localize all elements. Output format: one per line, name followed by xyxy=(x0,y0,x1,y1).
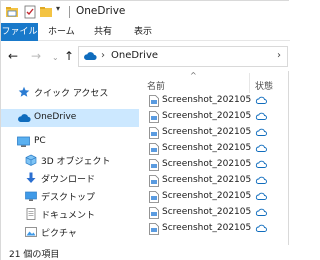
pane-item-label: ダウンロード xyxy=(41,175,96,185)
column-header: ^ 名前 状態 xyxy=(141,71,290,93)
file-row[interactable]: Screenshot_202105... xyxy=(141,141,290,157)
image-file-icon xyxy=(149,175,159,187)
file-row[interactable]: Screenshot_202105... xyxy=(141,109,290,125)
picture-icon xyxy=(25,226,37,238)
image-file-icon xyxy=(149,111,159,123)
file-row[interactable]: Screenshot_202105... xyxy=(141,93,290,109)
navigation-pane: クイック アクセス OneDrive PC 3D オブジェクト ダウンロード デ… xyxy=(1,71,139,245)
star-icon xyxy=(18,86,30,98)
pane-item-desktop[interactable]: デスクトップ xyxy=(1,187,139,205)
image-file-icon xyxy=(149,207,159,219)
pane-item-label: デスクトップ xyxy=(41,193,96,203)
file-name: Screenshot_202105... xyxy=(162,143,252,153)
file-name: Screenshot_202105... xyxy=(162,95,252,105)
file-name: Screenshot_202105... xyxy=(162,175,252,185)
forward-arrow-icon[interactable]: → xyxy=(31,49,41,63)
cloud-status-icon xyxy=(255,160,267,171)
desktop-icon xyxy=(25,190,37,202)
tab-view[interactable]: 表示 xyxy=(134,23,152,41)
sort-ascending-icon: ^ xyxy=(190,71,197,80)
file-list: Screenshot_202105... Screenshot_202105..… xyxy=(141,93,290,239)
pane-item-3d-objects[interactable]: 3D オブジェクト xyxy=(1,151,139,169)
pane-item-downloads[interactable]: ダウンロード xyxy=(1,169,139,187)
image-file-icon xyxy=(149,127,159,139)
chevron-right-icon[interactable]: › xyxy=(277,50,281,61)
cloud-status-icon xyxy=(255,144,267,155)
pane-item-pictures[interactable]: ピクチャ xyxy=(1,223,139,241)
pane-item-label: ピクチャ xyxy=(41,229,77,239)
title-bar: ▾ OneDrive xyxy=(1,1,290,23)
status-bar: 21 個の項目 xyxy=(1,245,290,260)
pane-item-label: ドキュメント xyxy=(41,211,96,221)
cloud-icon xyxy=(17,113,31,125)
file-row[interactable]: Screenshot_202105... xyxy=(141,205,290,221)
image-file-icon xyxy=(149,223,159,235)
file-row[interactable]: Screenshot_202105... xyxy=(141,125,290,141)
pc-icon xyxy=(17,136,30,148)
item-count: 21 個の項目 xyxy=(9,250,60,260)
cloud-status-icon xyxy=(255,224,267,235)
file-row[interactable]: Screenshot_202105... xyxy=(141,173,290,189)
file-name: Screenshot_202105... xyxy=(162,127,252,137)
properties-icon[interactable] xyxy=(23,5,37,19)
cloud-status-icon xyxy=(255,112,267,123)
explorer-window: ▾ OneDrive ファイル ホーム 共有 表示 ← → ⌄ ↑ › OneD… xyxy=(0,0,290,260)
column-header-status[interactable]: 状態 xyxy=(255,79,273,92)
title-separator xyxy=(69,6,70,18)
pane-item-documents[interactable]: ドキュメント xyxy=(1,205,139,223)
pane-item-label: OneDrive xyxy=(34,112,77,122)
up-arrow-icon[interactable]: ↑ xyxy=(64,49,74,63)
recent-locations-icon[interactable]: ⌄ xyxy=(52,51,59,65)
cloud-status-icon xyxy=(255,208,267,219)
document-icon xyxy=(25,208,37,220)
file-name: Screenshot_202105... xyxy=(162,207,252,217)
cloud-status-icon xyxy=(255,96,267,107)
cloud-icon xyxy=(83,51,97,64)
cloud-status-icon xyxy=(255,192,267,203)
ribbon-tabs: ファイル ホーム 共有 表示 xyxy=(1,23,290,41)
file-row[interactable]: Screenshot_202105... xyxy=(141,189,290,205)
column-header-name[interactable]: 名前 xyxy=(147,79,165,92)
tab-file[interactable]: ファイル xyxy=(1,23,38,41)
folder-icon[interactable] xyxy=(5,5,19,19)
image-file-icon xyxy=(149,95,159,107)
pane-item-label: PC xyxy=(34,136,46,146)
image-file-icon xyxy=(149,191,159,203)
new-folder-icon[interactable] xyxy=(39,5,53,19)
download-icon xyxy=(25,172,37,184)
pane-item-label: クイック アクセス xyxy=(34,89,109,99)
pane-item-pc[interactable]: PC xyxy=(1,133,139,151)
address-path[interactable]: OneDrive xyxy=(111,50,158,61)
file-row[interactable]: Screenshot_202105... xyxy=(141,221,290,237)
file-name: Screenshot_202105... xyxy=(162,159,252,169)
pane-item-label: 3D オブジェクト xyxy=(41,157,111,167)
tab-share[interactable]: 共有 xyxy=(94,23,112,41)
file-name: Screenshot_202105... xyxy=(162,191,252,201)
file-name: Screenshot_202105... xyxy=(162,223,252,233)
cloud-status-icon xyxy=(255,176,267,187)
file-row[interactable]: Screenshot_202105... xyxy=(141,157,290,173)
cloud-status-icon xyxy=(255,128,267,139)
address-bar[interactable]: › OneDrive › xyxy=(78,46,288,67)
pane-item-quick-access[interactable]: クイック アクセス xyxy=(1,83,139,101)
chevron-right-icon[interactable]: › xyxy=(101,50,105,61)
3d-objects-icon xyxy=(25,154,37,166)
image-file-icon xyxy=(149,143,159,155)
navigation-bar: ← → ⌄ ↑ › OneDrive › xyxy=(1,41,290,71)
file-name: Screenshot_202105... xyxy=(162,111,252,121)
tab-home[interactable]: ホーム xyxy=(48,23,75,41)
back-arrow-icon[interactable]: ← xyxy=(8,49,18,63)
pane-item-onedrive[interactable]: OneDrive xyxy=(1,109,139,127)
column-divider[interactable] xyxy=(249,73,250,93)
image-file-icon xyxy=(149,159,159,171)
customize-toolbar-icon[interactable]: ▾ xyxy=(56,4,70,18)
window-title: OneDrive xyxy=(76,5,126,17)
